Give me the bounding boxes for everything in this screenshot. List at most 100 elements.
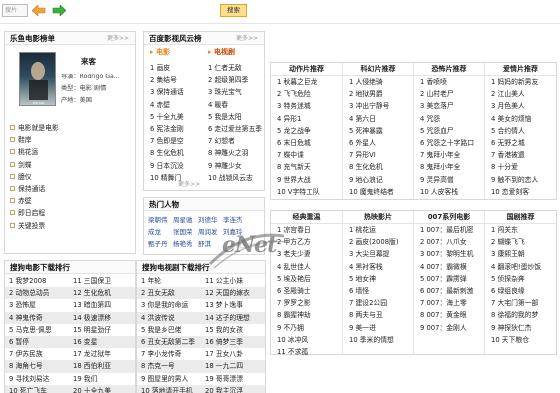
person-link[interactable]: 李连杰 bbox=[223, 217, 248, 224]
list-item[interactable]: 3 珠光宝气 bbox=[202, 86, 264, 98]
list-item[interactable]: 5 我是乡巴佬 bbox=[137, 324, 201, 336]
list-item[interactable]: 桃花运 bbox=[5, 146, 135, 158]
list-item[interactable]: 10 落地请开手机 bbox=[137, 384, 201, 393]
list-item[interactable]: 14 极速漂移 bbox=[69, 311, 135, 324]
list-item[interactable]: 4 洪波传说 bbox=[137, 311, 201, 324]
list-item[interactable]: 3 月色美人 bbox=[485, 100, 556, 112]
list-item[interactable]: 即日启程 bbox=[5, 207, 135, 219]
list-item[interactable]: 2 集结号 bbox=[144, 74, 204, 86]
person-link[interactable]: 成龙 bbox=[148, 229, 173, 236]
list-item[interactable]: 8 杰克一号 bbox=[137, 360, 201, 373]
list-item[interactable]: 11 三国保卫 bbox=[69, 275, 135, 287]
tab-tv[interactable]: ▸ 电视剧 bbox=[208, 49, 235, 56]
list-item[interactable]: 20 十全九美 bbox=[69, 384, 135, 393]
list-item[interactable]: 7 鬼拜小年全 bbox=[414, 149, 484, 161]
list-item[interactable]: 9 图屋里的男人 bbox=[137, 373, 201, 385]
list-item[interactable]: 5 咒怨血尸 bbox=[414, 125, 484, 137]
list-item[interactable]: 9 世界大战 bbox=[271, 174, 342, 186]
list-item[interactable]: 13 梦卜逸事 bbox=[201, 299, 265, 311]
list-item[interactable]: 4 异形1 bbox=[271, 113, 342, 125]
list-item[interactable]: 3 康熙王朝 bbox=[485, 248, 556, 260]
list-item[interactable]: 9 007：金刚人 bbox=[414, 322, 484, 334]
search-button[interactable]: 搜索 bbox=[220, 4, 247, 17]
list-item[interactable]: 3 特务迷城 bbox=[271, 100, 342, 112]
list-item[interactable]: 10 天下粮仓 bbox=[485, 334, 556, 346]
list-item[interactable]: 7 建设2公园 bbox=[343, 297, 413, 309]
list-item[interactable]: 2 007：八爪女 bbox=[414, 236, 484, 248]
list-item[interactable]: 10 冰冲风 bbox=[271, 334, 342, 346]
list-item[interactable]: 1 秋暮之巨龙 bbox=[271, 76, 342, 88]
list-item[interactable]: 7 罗罗之影 bbox=[271, 297, 342, 309]
list-item[interactable]: 5 埃及艳后 bbox=[271, 273, 342, 285]
list-item[interactable]: 1 画皮 bbox=[144, 62, 204, 74]
list-item[interactable]: 4 赤壁 bbox=[144, 99, 204, 111]
list-item[interactable]: 8 徐福的我的梦 bbox=[485, 309, 556, 321]
list-item[interactable]: 11 公主小妹 bbox=[201, 275, 265, 287]
list-item[interactable]: 6 无野之城 bbox=[485, 137, 556, 149]
person-link[interactable]: 张国荣 bbox=[173, 229, 198, 236]
list-item[interactable]: 4 神鬼传奇 bbox=[5, 311, 69, 324]
list-item[interactable]: 6 宪法金刚 bbox=[144, 123, 204, 135]
list-item[interactable]: 10 魔鬼终结者 bbox=[343, 186, 413, 198]
category-title[interactable]: 爱情片推荐 bbox=[485, 63, 556, 76]
list-item[interactable]: 1 桃花运 bbox=[343, 224, 413, 236]
list-item[interactable]: 5 死神暴露 bbox=[343, 125, 413, 137]
list-item[interactable]: 1 人侵绝骑 bbox=[343, 76, 413, 88]
list-item[interactable]: 关键投票 bbox=[5, 220, 135, 232]
person-link[interactable]: 甄子丹 bbox=[148, 241, 173, 248]
list-item[interactable]: 7 色即是空 bbox=[144, 135, 204, 147]
category-title[interactable]: 恐怖片推荐 bbox=[414, 63, 484, 76]
list-item[interactable]: 12 天国的嫁衣 bbox=[201, 287, 265, 300]
category-title[interactable]: 动作片推荐 bbox=[271, 63, 342, 76]
list-item[interactable]: 20 我主沉浮 bbox=[201, 384, 265, 393]
list-item[interactable]: 10 人皮客栈 bbox=[414, 186, 484, 198]
more-link[interactable]: 更多>> bbox=[236, 32, 258, 45]
list-item[interactable]: 1 闯关东 bbox=[485, 224, 556, 236]
list-item[interactable]: 1 仁者无敌 bbox=[202, 62, 264, 74]
list-item[interactable]: 2 飞飞危险 bbox=[271, 88, 342, 100]
person-link[interactable]: 梁朝伟 bbox=[148, 217, 173, 224]
list-item[interactable]: 8 007：黄金眼 bbox=[414, 309, 484, 321]
list-item[interactable]: 鞋岸 bbox=[5, 134, 135, 146]
list-item[interactable]: 8 神雕火之羽 bbox=[202, 147, 264, 159]
list-item[interactable]: 17 丑女八卦 bbox=[201, 348, 265, 360]
list-item[interactable]: 7 大宅门第一部 bbox=[485, 297, 556, 309]
forward-arrow-icon[interactable] bbox=[52, 4, 67, 17]
list-item[interactable]: 15 明星劲仔 bbox=[69, 324, 135, 336]
list-item[interactable]: 3 你是我的命运 bbox=[137, 299, 201, 311]
list-item[interactable]: 4 美女的烦恼 bbox=[485, 113, 556, 125]
list-item[interactable]: 8 生化危机 bbox=[144, 147, 204, 159]
list-item[interactable]: 10 战锁风云志 bbox=[202, 172, 264, 184]
list-item[interactable]: 10 死亡飞车 bbox=[5, 384, 69, 393]
list-item[interactable]: 13 暗血第四 bbox=[69, 299, 135, 311]
list-item[interactable]: 7 蝶中谍 bbox=[271, 149, 342, 161]
tab-movie[interactable]: ▸ 电影 bbox=[150, 49, 170, 56]
list-item[interactable]: 9 寻找刘易达 bbox=[5, 373, 69, 385]
more-link[interactable]: 更多>> bbox=[178, 182, 200, 188]
list-item[interactable]: 4 黑衬客栈 bbox=[343, 261, 413, 273]
list-item[interactable]: 2 超级第四季 bbox=[202, 74, 264, 86]
list-item[interactable]: 6 暂停 bbox=[5, 335, 69, 349]
list-item[interactable]: 1 007：最后机密 bbox=[414, 224, 484, 236]
list-item[interactable]: 2 动物总动员 bbox=[5, 287, 69, 300]
list-item[interactable]: 9 神探狄仁杰 bbox=[485, 322, 556, 334]
list-item[interactable]: 14 达子的理想 bbox=[201, 311, 265, 324]
list-item[interactable]: 2 蝴蝶飞飞 bbox=[485, 236, 556, 248]
list-item[interactable]: 7 香港被遗 bbox=[485, 149, 556, 161]
list-item[interactable]: 3 恐怖屋 bbox=[5, 299, 69, 311]
category-title[interactable]: 经典重温 bbox=[271, 211, 342, 224]
list-item[interactable]: 7 伊苏民族 bbox=[5, 348, 69, 360]
list-item[interactable]: 7 007：海上零 bbox=[414, 297, 484, 309]
list-item[interactable]: 4 第六日 bbox=[343, 113, 413, 125]
list-item[interactable]: 16 倚梦三季 bbox=[201, 335, 265, 349]
list-item[interactable]: 电影就是电影 bbox=[5, 122, 135, 134]
list-item[interactable]: 10 季米的情想 bbox=[343, 334, 413, 346]
list-item[interactable]: 2 山村老尸 bbox=[414, 88, 484, 100]
list-item[interactable]: 2 江山美人 bbox=[485, 88, 556, 100]
list-item[interactable]: 17 龙过狱年 bbox=[69, 348, 135, 360]
list-item[interactable]: 7 李小龙传奇 bbox=[137, 348, 201, 360]
list-item[interactable]: 8 两夫与丑 bbox=[343, 309, 413, 321]
list-item[interactable]: 臆仪 bbox=[5, 171, 135, 183]
category-title[interactable]: 热映影片 bbox=[343, 211, 413, 224]
list-item[interactable]: 6 末日危城 bbox=[271, 137, 342, 149]
